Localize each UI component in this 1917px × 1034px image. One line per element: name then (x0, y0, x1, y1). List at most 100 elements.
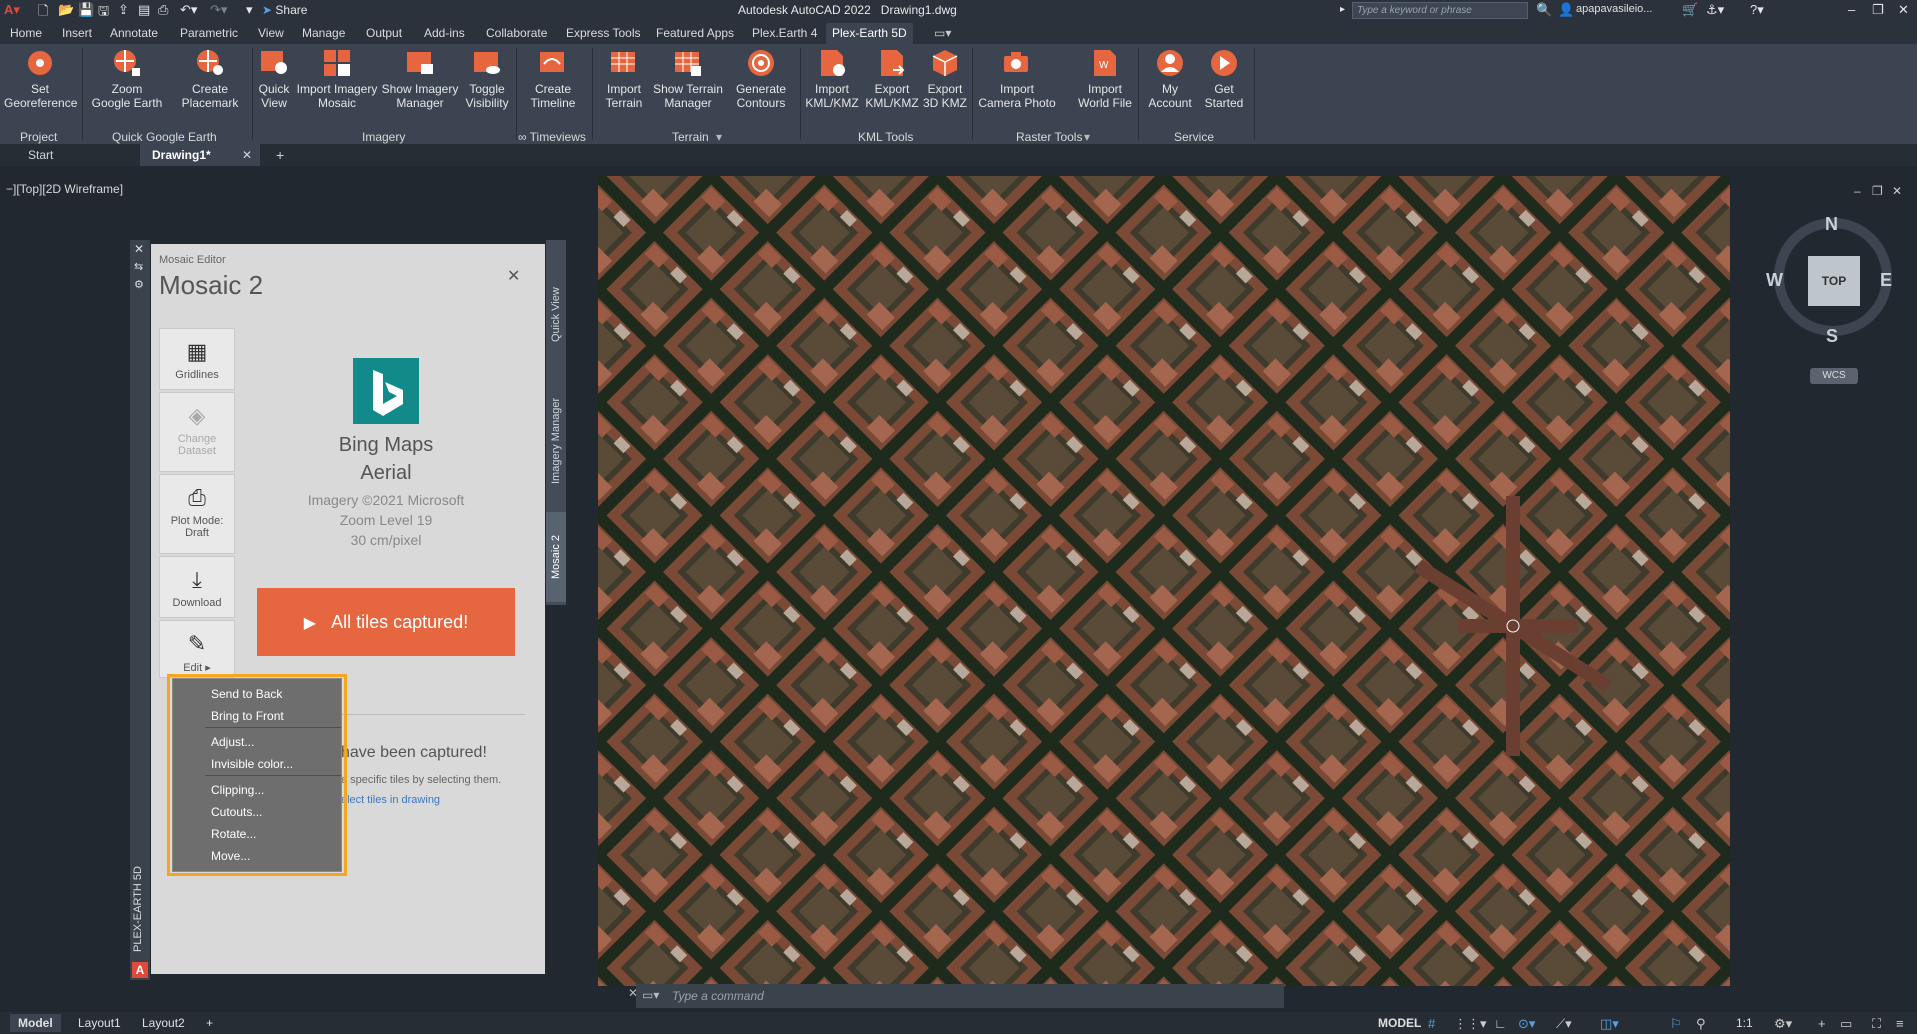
select-tiles-link[interactable]: elect tiles in drawing (341, 794, 440, 806)
doc-tab-close-icon[interactable]: ✕ (242, 148, 252, 162)
create-timeline-button[interactable]: Create Timeline (520, 48, 586, 110)
import-terrain-button[interactable]: Import Terrain (596, 48, 652, 110)
tab-add-ins[interactable]: Add-ins (424, 26, 465, 40)
create-placemark-button[interactable]: Create Placemark (172, 48, 248, 110)
customize-menu-icon[interactable]: ≡ (1896, 1016, 1904, 1031)
user-name[interactable]: apapavasileio... (1576, 3, 1652, 15)
quick-view-button[interactable]: Quick View (254, 48, 294, 110)
download-button[interactable]: ⤓ Download (159, 556, 235, 618)
annotation-scale-icon[interactable]: ⚲ (1696, 1016, 1706, 1032)
tab-home[interactable]: Home (10, 26, 42, 40)
isolate-icon[interactable]: ▭ (1840, 1016, 1852, 1032)
redo-icon[interactable]: ↷▾ (210, 2, 227, 18)
isodraft-icon[interactable]: ⟋▾ (1556, 1016, 1572, 1032)
open-icon[interactable]: 📂 (58, 2, 74, 18)
help-search-input[interactable]: Type a keyword or phrase (1352, 2, 1528, 19)
show-terrain-manager-button[interactable]: Show Terrain Manager (652, 48, 724, 110)
set-georeference-button[interactable]: Set Georeference (4, 48, 77, 110)
doc-tab-start[interactable]: Start (28, 148, 53, 162)
palette-dialog-close-icon[interactable]: ✕ (507, 266, 520, 286)
zoom-google-earth-button[interactable]: Zoom Google Earth (88, 48, 166, 110)
close-window-icon[interactable]: ✕ (1898, 2, 1909, 18)
polar-icon[interactable]: ⊙▾ (1518, 1016, 1535, 1032)
viewport-minimize-icon[interactable]: – (1854, 184, 1861, 198)
cart-icon[interactable]: 🛒 (1682, 2, 1698, 18)
my-account-button[interactable]: My Account (1144, 48, 1196, 110)
share-button[interactable]: ➤ Share (262, 3, 307, 19)
export-3d-kmz-button[interactable]: Export 3D KMZ (920, 48, 970, 110)
plus-icon[interactable]: + (1818, 1016, 1826, 1031)
add-layout-icon[interactable]: + (206, 1016, 213, 1030)
tab-featured-apps[interactable]: Featured Apps (656, 26, 734, 40)
edit-button[interactable]: ✎ Edit ▸ (159, 620, 235, 678)
compass-south[interactable]: S (1826, 326, 1838, 347)
ortho-icon[interactable]: ∟ (1494, 1016, 1507, 1031)
get-started-button[interactable]: Get Started (1198, 48, 1250, 110)
help-icon[interactable]: ?▾ (1750, 2, 1764, 18)
side-tab-quick-view[interactable]: Quick View (546, 260, 566, 370)
side-tab-imagery-manager[interactable]: Imagery Manager (546, 376, 566, 506)
command-input[interactable]: Type a command (672, 989, 764, 1003)
ribbon-minimize-icon[interactable]: ▭▾ (934, 26, 951, 40)
tab-plex-earth-4[interactable]: Plex.Earth 4 (752, 26, 817, 40)
viewcube-top-face[interactable]: TOP (1808, 256, 1860, 306)
command-prompt-icon[interactable]: ▭▾ (642, 988, 659, 1002)
import-kml-button[interactable]: Import KML/KMZ (802, 48, 862, 110)
wcs-button[interactable]: WCS (1810, 368, 1858, 384)
tab-parametric[interactable]: Parametric (180, 26, 238, 40)
tab-manage[interactable]: Manage (302, 26, 345, 40)
import-world-file-button[interactable]: W Import World File (1068, 48, 1142, 110)
raster-panel-dropdown-icon[interactable]: ▾ (1084, 130, 1090, 144)
plot-mode-button[interactable]: ⎙ Plot Mode: Draft (159, 474, 235, 554)
viewport-restore-icon[interactable]: ❐ (1872, 184, 1883, 198)
object-snap-icon[interactable]: ◫▾ (1600, 1016, 1619, 1032)
panel-label-timeviews[interactable]: ∞ Timeviews (518, 130, 586, 144)
tab-insert[interactable]: Insert (62, 26, 92, 40)
tab-collaborate[interactable]: Collaborate (486, 26, 547, 40)
all-tiles-captured-button[interactable]: ▶ All tiles captured! (257, 588, 515, 656)
panel-label-raster-tools[interactable]: Raster Tools (1016, 130, 1082, 144)
layout-tab-layout1[interactable]: Layout1 (78, 1016, 121, 1030)
command-line[interactable]: ▭▾ Type a command (636, 984, 1284, 1008)
plot-icon[interactable]: ⎙ (158, 2, 168, 18)
gridlines-button[interactable]: ▦ Gridlines (159, 328, 235, 390)
save-icon[interactable]: 💾 (78, 2, 94, 18)
connect-icon[interactable]: ⚓▾ (1706, 2, 1724, 18)
autocad-logo-icon[interactable]: A▾ (4, 2, 20, 18)
import-imagery-mosaic-button[interactable]: Import Imagery Mosaic (294, 48, 380, 110)
palette-settings-icon[interactable]: ⚙ (134, 278, 144, 291)
tab-annotate[interactable]: Annotate (110, 26, 158, 40)
publish-icon[interactable]: ▤ (138, 2, 150, 18)
tab-view[interactable]: View (258, 26, 284, 40)
side-tab-mosaic-2[interactable]: Mosaic 2 (546, 512, 566, 602)
viewport-controls[interactable]: −][Top][2D Wireframe] (6, 182, 123, 196)
tab-express-tools[interactable]: Express Tools (566, 26, 640, 40)
layout-tab-model[interactable]: Model (10, 1014, 61, 1032)
toggle-visibility-button[interactable]: Toggle Visibility (462, 48, 512, 110)
new-icon[interactable]: 🗋 (38, 2, 48, 18)
terrain-panel-dropdown-icon[interactable]: ▾ (716, 130, 722, 144)
import-camera-photo-button[interactable]: Import Camera Photo (976, 48, 1058, 110)
customize-icon[interactable]: ▾ (246, 2, 253, 18)
layout-tab-layout2[interactable]: Layout2 (142, 1016, 185, 1030)
palette-autohide-icon[interactable]: ⇆ (134, 260, 143, 273)
panel-label-terrain[interactable]: Terrain (672, 130, 709, 144)
save-as-icon[interactable]: 🖫 (98, 2, 109, 18)
model-space-button[interactable]: MODEL (1378, 1016, 1421, 1030)
compass-east[interactable]: E (1880, 270, 1892, 291)
change-dataset-button[interactable]: ◈ Change Dataset (159, 392, 235, 472)
workspace-gear-icon[interactable]: ⚙▾ (1774, 1016, 1792, 1032)
annotation-scale-value[interactable]: 1:1 (1736, 1016, 1753, 1030)
tab-plex-earth-5d[interactable]: Plex-Earth 5D (826, 23, 913, 44)
restore-icon[interactable]: ❐ (1872, 2, 1884, 18)
generate-contours-button[interactable]: Generate Contours (726, 48, 796, 110)
new-doc-tab-icon[interactable]: + (276, 147, 284, 163)
annotation-icon[interactable]: ⚐ (1670, 1016, 1682, 1032)
search-icon[interactable]: 🔍 (1536, 2, 1552, 18)
grid-icon[interactable]: # (1428, 1016, 1435, 1031)
fullscreen-icon[interactable]: ⛶ (1872, 1016, 1881, 1032)
snap-icon[interactable]: ⋮⋮▾ (1454, 1016, 1487, 1032)
export-icon[interactable]: ⇪ (118, 2, 129, 18)
viewport-close-icon[interactable]: ✕ (1892, 184, 1902, 198)
minimize-icon[interactable]: – (1848, 2, 1855, 18)
